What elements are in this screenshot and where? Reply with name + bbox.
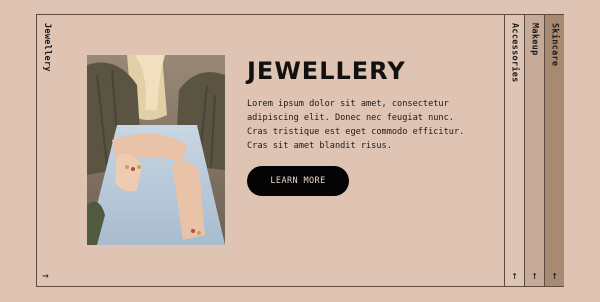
tab-jewellery-label: Jewellery xyxy=(42,23,52,72)
tab-jewellery[interactable]: Jewellery → xyxy=(37,15,57,286)
tab-skincare[interactable]: Skincare ↑ xyxy=(544,15,564,286)
description-text: Lorem ipsum dolor sit amet, consectetur … xyxy=(247,99,465,151)
arrow-right-icon[interactable]: → xyxy=(42,269,49,282)
tab-makeup-label: Makeup xyxy=(529,23,540,56)
tab-accessories-label: Accessories xyxy=(509,23,520,83)
arrow-up-icon[interactable]: ↑ xyxy=(531,269,538,282)
tab-accessories[interactable]: Accessories ↑ xyxy=(504,15,524,286)
arrow-up-icon[interactable]: ↑ xyxy=(551,269,558,282)
page-title: JEWELLERY xyxy=(247,57,406,85)
jewellery-photo xyxy=(87,55,225,245)
tab-skincare-label: Skincare xyxy=(549,23,560,67)
learn-more-button[interactable]: LEARN MORE xyxy=(247,166,349,196)
arrow-up-icon[interactable]: ↑ xyxy=(511,269,518,282)
main-frame: Jewellery → Accessories ↑ Makeup ↑ Skinc… xyxy=(36,14,564,287)
tab-makeup[interactable]: Makeup ↑ xyxy=(524,15,544,286)
